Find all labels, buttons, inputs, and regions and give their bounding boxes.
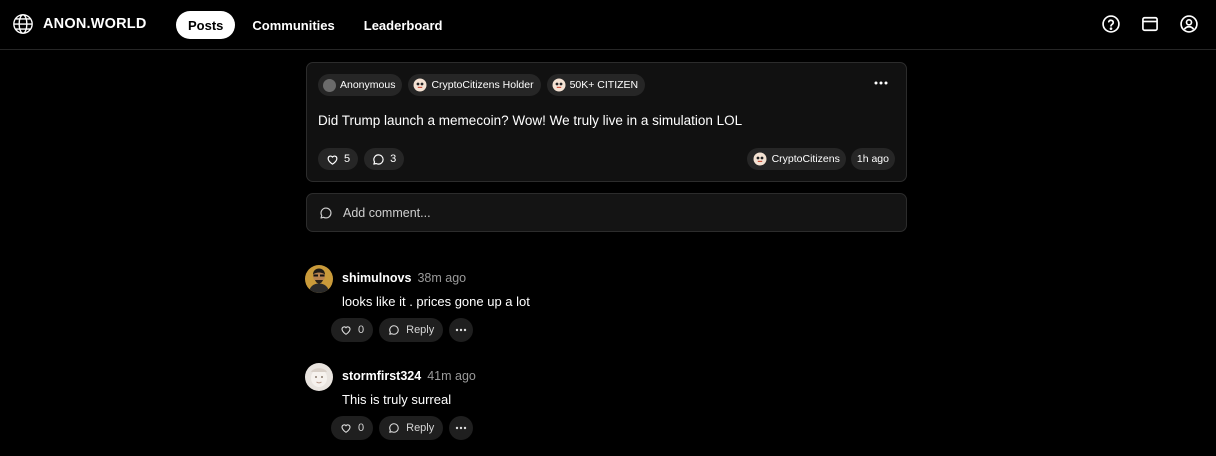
account-icon[interactable]	[1179, 14, 1199, 34]
reply-bubble-icon	[388, 324, 400, 336]
comment-actions: 0 Reply	[331, 318, 474, 342]
badge-50k-citizen[interactable]: 50K+ CITIZEN	[546, 74, 646, 96]
add-comment-input[interactable]	[343, 205, 883, 220]
comment-more-button[interactable]	[449, 416, 474, 440]
comment-text: looks like it . prices gone up a lot	[342, 294, 530, 309]
post-card[interactable]: Anonymous CryptoCitizens Holder 50K+ CIT…	[306, 62, 907, 182]
comment-reply-button[interactable]: Reply	[379, 318, 444, 342]
comment-item: shimulnovs 38m ago looks like it . price…	[305, 265, 907, 345]
post-timestamp: 1h ago	[850, 148, 895, 170]
reply-label: Reply	[406, 324, 435, 336]
comment-username[interactable]: stormfirst324	[342, 369, 421, 383]
add-comment-box[interactable]	[306, 193, 907, 232]
comment-text: This is truly surreal	[342, 392, 452, 407]
comment-bubble-icon	[372, 153, 385, 166]
comment-item: stormfirst324 41m ago This is truly surr…	[305, 363, 907, 443]
comment-more-button[interactable]	[449, 318, 474, 342]
author-badges: Anonymous CryptoCitizens Holder 50K+ CIT…	[318, 74, 646, 96]
nav-tab-communities[interactable]: Communities	[240, 11, 346, 39]
cryptocitizen-face-icon	[552, 78, 566, 92]
globe-icon	[12, 13, 34, 35]
comment-time: 38m ago	[417, 271, 467, 285]
help-icon[interactable]	[1101, 14, 1121, 34]
nav-tab-leaderboard[interactable]: Leaderboard	[352, 11, 455, 39]
comment-time: 41m ago	[427, 369, 476, 383]
post-meta: CryptoCitizens 1h ago	[746, 148, 895, 170]
badge-label: Anonymous	[340, 79, 396, 91]
user-avatar[interactable]	[305, 265, 333, 293]
comment-like-button[interactable]: 0	[331, 318, 374, 342]
more-options-icon	[455, 422, 467, 434]
badge-cryptocitizens-holder[interactable]: CryptoCitizens Holder	[408, 74, 541, 96]
reply-label: Reply	[406, 422, 435, 434]
more-options-icon[interactable]	[874, 76, 888, 90]
main-nav: Posts Communities Leaderboard	[176, 11, 460, 39]
community-name: CryptoCitizens	[771, 153, 840, 165]
comment-header: stormfirst324 41m ago	[342, 369, 476, 383]
comment-reply-button[interactable]: Reply	[379, 416, 444, 440]
comment-like-count: 0	[358, 324, 365, 336]
heart-icon	[326, 153, 339, 166]
anonymous-avatar-icon	[323, 78, 336, 92]
cryptocitizen-face-icon	[413, 78, 427, 92]
post-actions: 5 3	[318, 148, 405, 170]
brand-name: ANON.WORLD	[43, 16, 147, 32]
comment-actions: 0 Reply	[331, 416, 474, 440]
comment-header: shimulnovs 38m ago	[342, 271, 466, 285]
more-options-icon	[455, 324, 467, 336]
user-avatar[interactable]	[305, 363, 333, 391]
badge-label: 50K+ CITIZEN	[569, 79, 639, 91]
brand-logo[interactable]: ANON.WORLD	[12, 13, 147, 35]
community-tag[interactable]: CryptoCitizens	[746, 148, 846, 170]
comment-bubble-icon	[319, 206, 333, 220]
comment-count: 3	[390, 153, 397, 165]
badge-anonymous[interactable]: Anonymous	[318, 74, 403, 96]
header-actions	[1101, 14, 1199, 34]
heart-icon	[340, 324, 352, 336]
badge-label: CryptoCitizens Holder	[431, 79, 534, 91]
like-button[interactable]: 5	[318, 148, 359, 170]
nav-tab-posts[interactable]: Posts	[176, 11, 236, 39]
comment-like-button[interactable]: 0	[331, 416, 374, 440]
cryptocitizen-face-icon	[753, 152, 767, 166]
comment-username[interactable]: shimulnovs	[342, 271, 411, 285]
comment-like-count: 0	[358, 422, 365, 434]
like-count: 5	[344, 153, 351, 165]
wallet-icon[interactable]	[1140, 14, 1160, 34]
post-text: Did Trump launch a memecoin? Wow! We tru…	[318, 113, 743, 128]
heart-icon	[340, 422, 352, 434]
top-navigation-bar: ANON.WORLD Posts Communities Leaderboard	[0, 0, 1216, 50]
comment-button[interactable]: 3	[364, 148, 405, 170]
reply-bubble-icon	[388, 422, 400, 434]
